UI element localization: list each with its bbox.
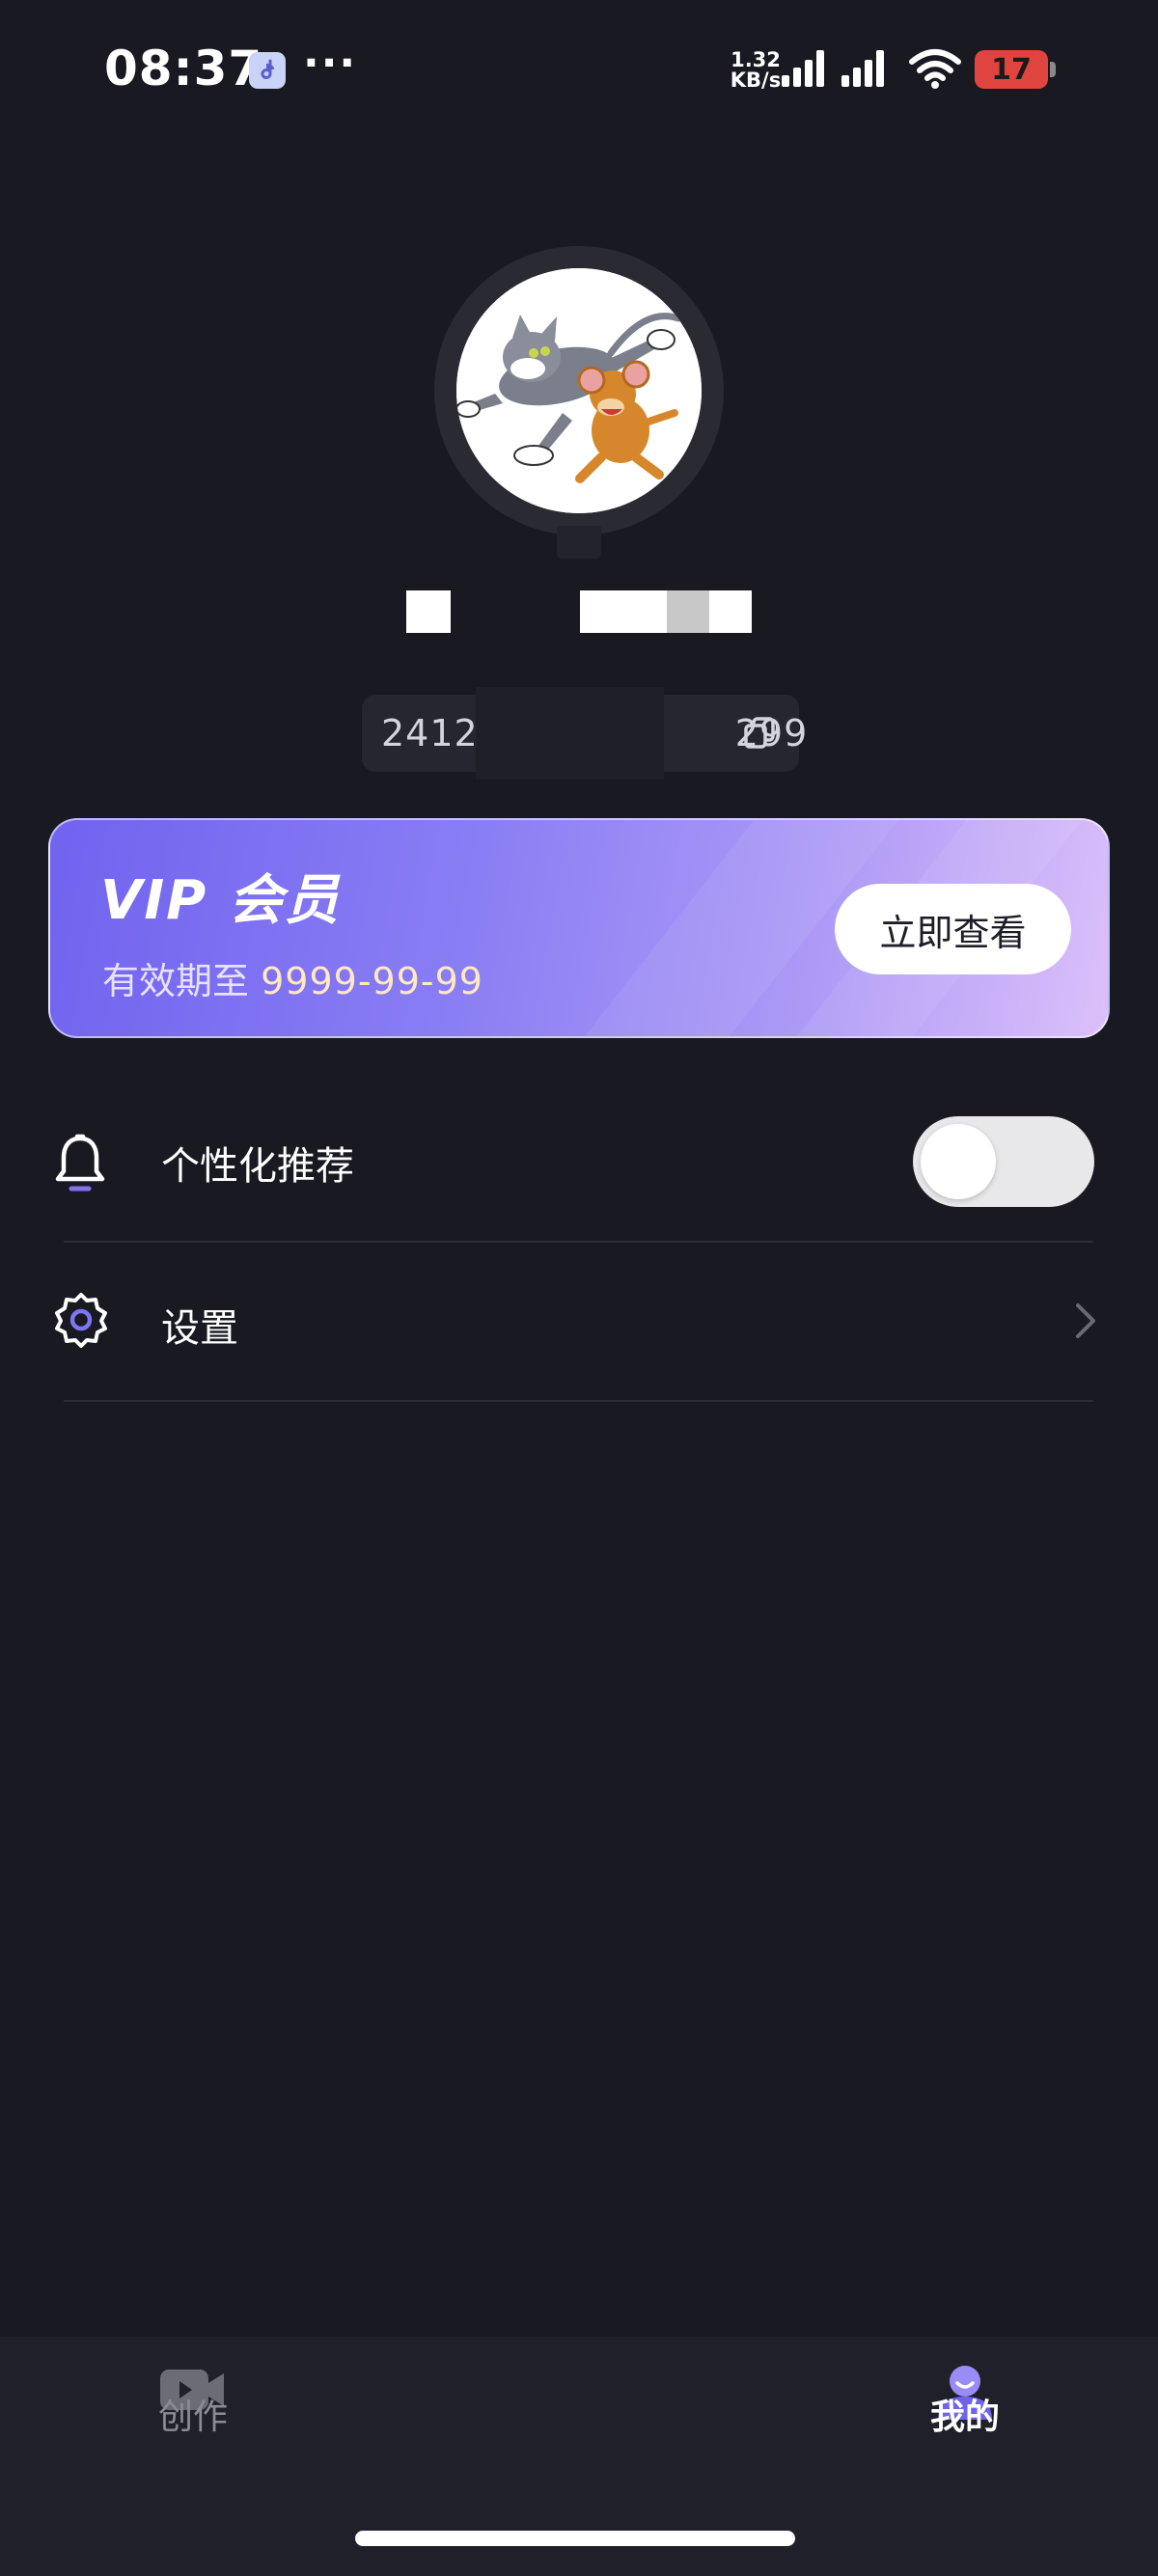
redaction-block — [709, 590, 752, 633]
chevron-right-icon — [1076, 1303, 1095, 1338]
redaction-block — [667, 590, 709, 633]
avatar-cartoon-image — [456, 268, 702, 513]
bell-icon — [55, 1134, 105, 1192]
tab-mine-label: 我的 — [929, 2398, 1000, 2437]
redaction-block — [580, 590, 667, 633]
wifi-icon — [909, 49, 961, 89]
user-id-redaction — [476, 687, 664, 780]
vip-title: VIP 会员 — [100, 869, 341, 932]
signal-icon — [782, 50, 884, 87]
view-now-button[interactable]: 立即查看 — [835, 884, 1071, 974]
divider — [64, 1400, 1093, 1402]
avatar-edit-tab — [557, 526, 601, 559]
battery-icon: 17 — [975, 50, 1048, 89]
battery-tip — [1050, 62, 1056, 77]
network-speed: 1.32 KB/s — [730, 48, 782, 92]
vip-expiry-date: 9999-99-99 — [261, 960, 483, 1002]
home-indicator[interactable] — [355, 2531, 795, 2546]
status-bar: 08:37 ··· 1.32 KB/s 17 — [0, 0, 1158, 145]
menu-item-settings[interactable]: 设置 — [0, 1243, 1158, 1401]
toggle-knob — [921, 1124, 996, 1199]
gear-icon — [55, 1293, 107, 1348]
redaction-gap — [451, 590, 580, 633]
music-note-icon — [249, 52, 286, 89]
menu-item-label: 设置 — [161, 1306, 238, 1351]
personalized-recommendation-toggle[interactable] — [913, 1116, 1094, 1207]
avatar[interactable] — [456, 268, 702, 513]
username-redacted — [0, 590, 1158, 633]
profile-screen: 08:37 ··· 1.32 KB/s 17 2412 299 VIP 会员 有… — [0, 0, 1158, 2576]
more-notifications-icon: ··· — [303, 39, 358, 88]
menu-item-label: 个性化推荐 — [161, 1144, 354, 1189]
redaction-block — [406, 590, 451, 633]
tab-create-label: 创作 — [157, 2398, 228, 2437]
vip-expiry: 有效期至 9999-99-99 — [102, 960, 483, 1002]
copy-icon[interactable] — [743, 716, 776, 751]
clock: 08:37 — [104, 41, 263, 96]
vip-card[interactable]: VIP 会员 有效期至 9999-99-99 立即查看 — [48, 818, 1110, 1038]
